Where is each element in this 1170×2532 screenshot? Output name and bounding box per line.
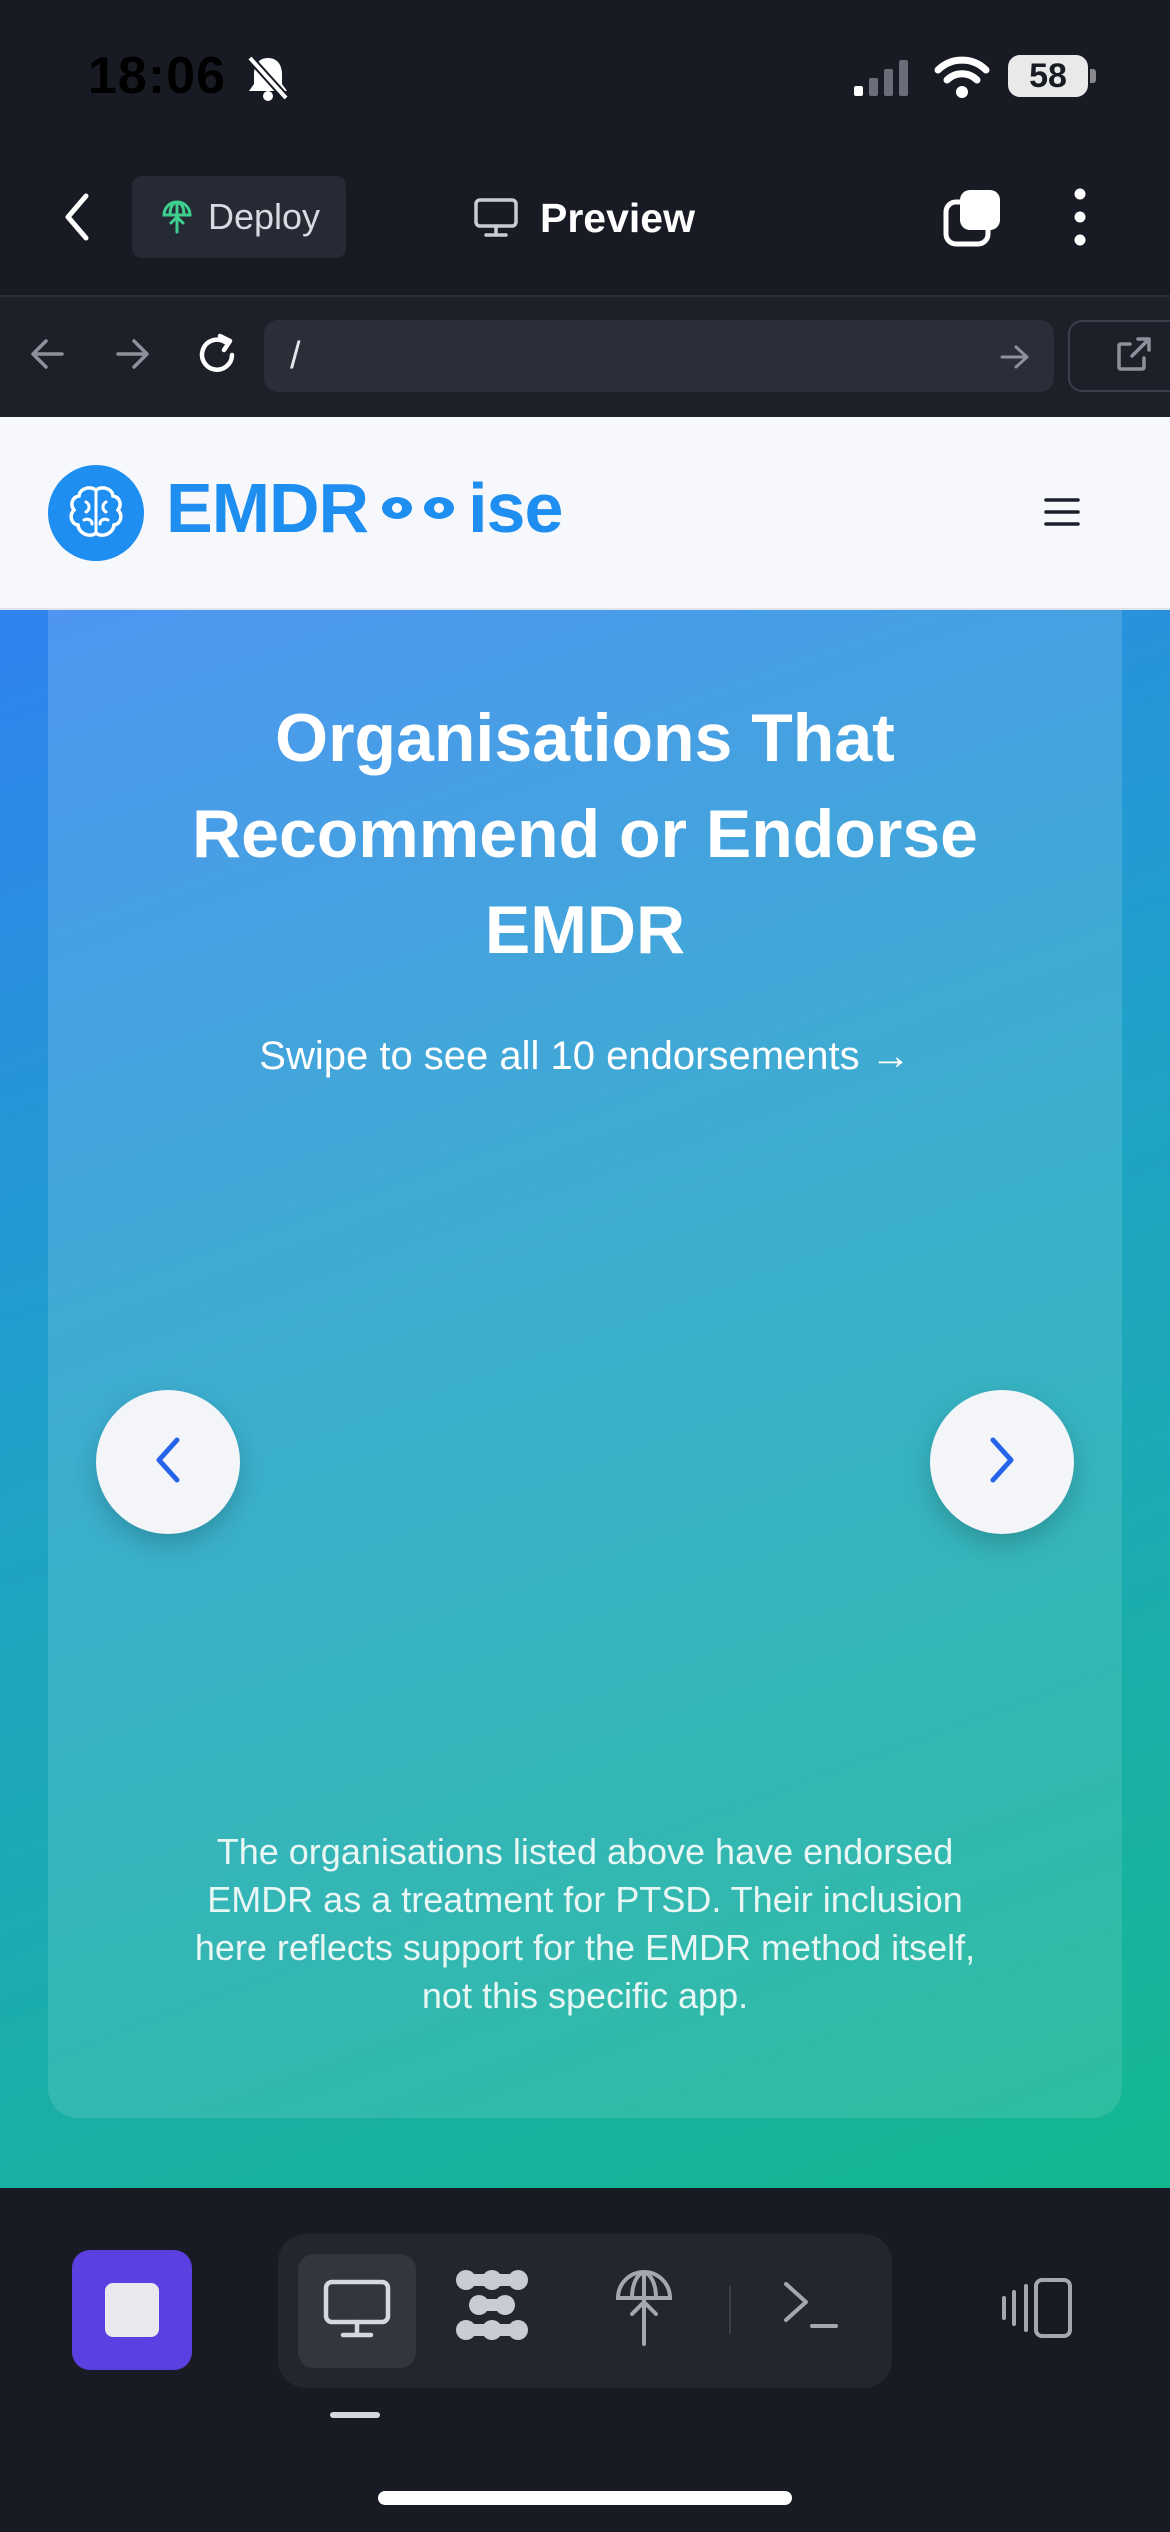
arrow-right-icon[interactable]: [112, 334, 152, 379]
reload-icon[interactable]: [192, 330, 242, 385]
carousel-next-button[interactable]: [930, 1390, 1074, 1534]
section-title: Organisations That Recommend or Endorse …: [192, 700, 978, 968]
arrow-left-icon[interactable]: [28, 334, 68, 379]
brain-logo-icon[interactable]: [48, 465, 144, 561]
logo-text-right: ise: [468, 469, 563, 547]
preview-label: Preview: [540, 194, 695, 241]
toolbar-divider: [729, 2286, 731, 2334]
active-tab-indicator: [330, 2412, 380, 2418]
chevron-left-icon: [153, 1436, 183, 1489]
chevron-right-icon: [987, 1436, 1017, 1489]
status-time: 18:06: [88, 47, 226, 105]
deploy-icon[interactable]: [612, 2266, 676, 2353]
battery-icon: 58: [1008, 55, 1088, 97]
kebab-menu-icon[interactable]: [1068, 186, 1092, 253]
battery-tip: [1090, 69, 1096, 83]
deploy-button[interactable]: Deploy: [132, 176, 346, 258]
logo-eyes-icon: [382, 497, 455, 519]
url-text: /: [290, 334, 301, 377]
open-external-button[interactable]: [1068, 320, 1170, 392]
deploy-label: Deploy: [208, 196, 321, 237]
swipe-hint: Swipe to see all 10 endorsements →: [259, 1034, 911, 1078]
devices-icon[interactable]: [1000, 2276, 1076, 2345]
url-input[interactable]: /: [264, 320, 1054, 392]
monitor-icon: [474, 198, 518, 238]
signal-icon: [852, 58, 912, 103]
external-link-icon: [1114, 334, 1154, 379]
site-logo-text[interactable]: EMDR ise: [166, 468, 563, 548]
desktop-preview-tab[interactable]: [298, 2254, 416, 2368]
terminal-icon[interactable]: [780, 2276, 840, 2337]
monitor-icon: [323, 2279, 391, 2344]
workflow-graph-icon[interactable]: [452, 2268, 532, 2347]
go-arrow-icon[interactable]: [998, 340, 1032, 379]
preview-title: Preview: [474, 186, 695, 250]
home-indicator[interactable]: [378, 2491, 792, 2505]
back-chevron-icon[interactable]: [62, 192, 92, 247]
logo-text-left: EMDR: [166, 469, 369, 547]
endorsement-disclaimer: The organisations listed above have endo…: [194, 1831, 976, 2016]
hamburger-menu-icon[interactable]: [1044, 496, 1080, 533]
stop-button[interactable]: [72, 2250, 192, 2370]
deploy-icon: [160, 199, 194, 235]
stop-icon: [105, 2283, 159, 2337]
bell-slash-icon: [246, 54, 290, 107]
wifi-icon: [934, 54, 990, 103]
carousel-prev-button[interactable]: [96, 1390, 240, 1534]
tabs-icon[interactable]: [942, 188, 1002, 253]
